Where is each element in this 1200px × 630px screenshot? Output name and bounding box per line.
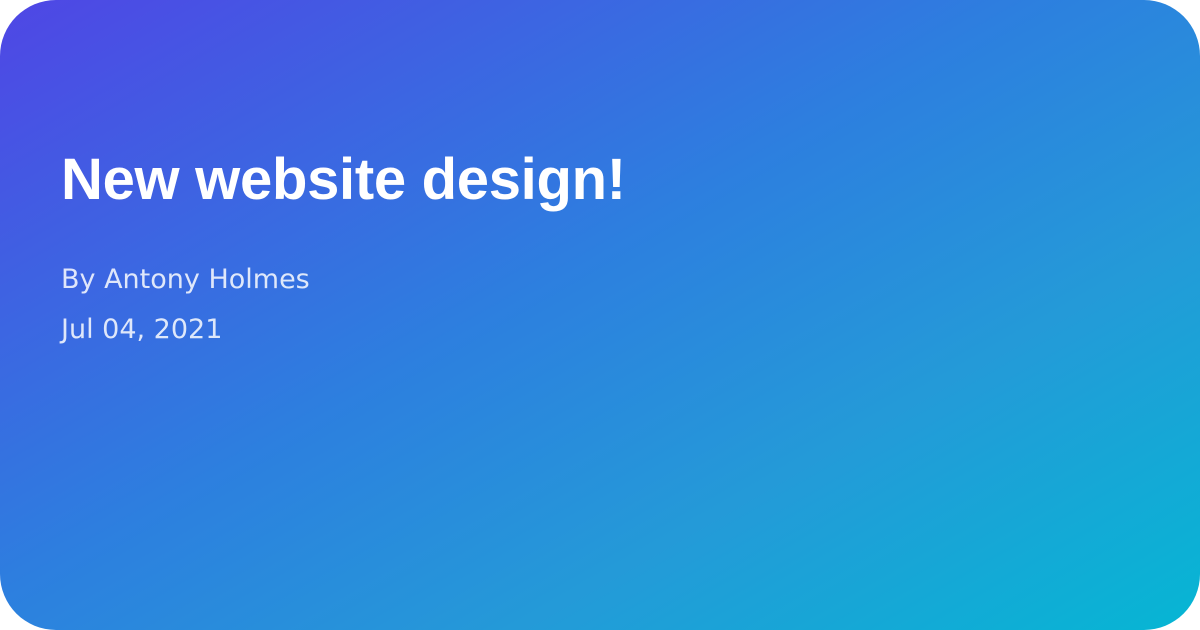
post-date: Jul 04, 2021 bbox=[61, 314, 223, 345]
post-author: By Antony Holmes bbox=[61, 264, 310, 295]
social-preview-card: New website design! By Antony Holmes Jul… bbox=[0, 0, 1200, 630]
card-content: New website design! By Antony Holmes Jul… bbox=[61, 140, 1139, 355]
post-title: New website design! bbox=[61, 147, 626, 212]
post-meta: By Antony Holmes Jul 04, 2021 bbox=[61, 255, 1139, 355]
